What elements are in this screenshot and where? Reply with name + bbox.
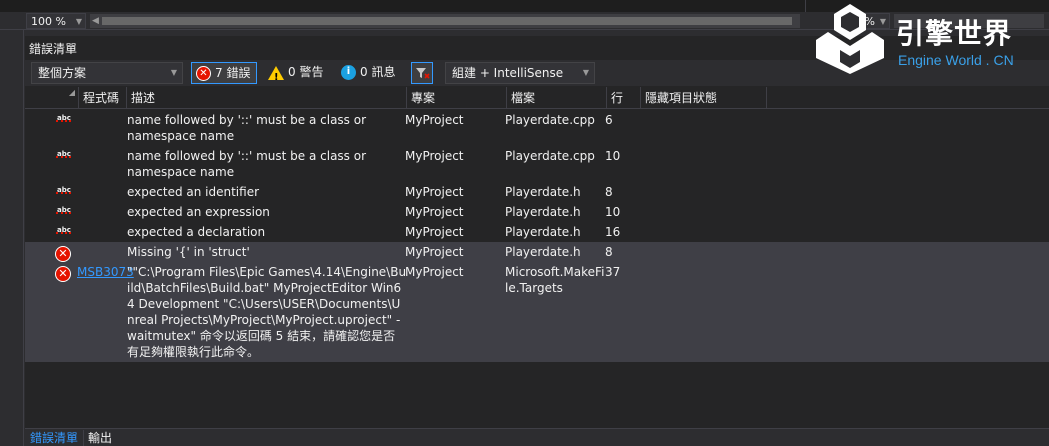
build-error-icon: ✕	[55, 245, 71, 262]
engine-world-logo-mark	[816, 4, 884, 74]
scope-dropdown-value: 整個方案	[38, 66, 87, 80]
logo-text-en: Engine World . CN	[898, 52, 1014, 68]
intellisense-error-icon: abc	[56, 206, 71, 214]
error-icon: ✕	[196, 66, 211, 81]
row-file: Playerdate.h	[505, 225, 581, 239]
warnings-filter-button[interactable]: ! 0 警告	[266, 62, 328, 84]
row-file: Playerdate.cpp	[505, 149, 595, 163]
row-project: MyProject	[405, 265, 464, 279]
warnings-filter-label: 0 警告	[288, 65, 324, 79]
table-row[interactable]: abc expected a declaration MyProject Pla…	[25, 222, 1049, 242]
bottom-tab-strip: 錯誤清單 輸出	[25, 428, 1049, 446]
row-description: name followed by '::' must be a class or…	[127, 149, 367, 179]
table-row[interactable]: abc name followed by '::' must be a clas…	[25, 146, 1049, 182]
intellisense-error-icon: abc	[56, 114, 71, 122]
scrollbar-thumb[interactable]	[102, 17, 792, 25]
chevron-down-icon: ▼	[75, 17, 82, 26]
chevron-down-icon: ▼	[582, 68, 589, 77]
tab-output[interactable]: 輸出	[83, 430, 117, 446]
row-description: expected an identifier	[127, 185, 260, 199]
column-header-line[interactable]: 行	[607, 87, 641, 109]
column-header-suppression-state[interactable]: 隱藏項目狀態	[641, 87, 767, 109]
column-header-icon[interactable]: ◢	[25, 87, 79, 109]
messages-filter-label: 0 訊息	[360, 65, 396, 79]
build-error-icon: ✕	[55, 265, 71, 282]
error-code-link[interactable]: MSB3073	[77, 264, 134, 280]
intellisense-error-icon: abc	[56, 186, 71, 194]
info-icon: i	[341, 65, 356, 80]
sort-indicator-icon: ◢	[68, 88, 75, 97]
row-description: Missing '{' in 'struct'	[127, 245, 250, 259]
intellisense-error-icon: abc	[56, 150, 71, 158]
row-line: 8	[605, 245, 613, 259]
column-header-project[interactable]: 專案	[407, 87, 507, 109]
scope-dropdown[interactable]: 整個方案 ▼	[31, 62, 183, 84]
horizontal-scrollbar-left[interactable]: ◀	[90, 14, 800, 28]
table-row[interactable]: abc expected an expression MyProject Pla…	[25, 202, 1049, 222]
row-file: Playerdate.h	[505, 205, 581, 219]
filter-icon	[416, 68, 430, 79]
errors-filter-label: 7 錯誤	[215, 66, 251, 80]
row-file: Microsoft.MakeFile.Targets	[505, 265, 605, 295]
messages-filter-button[interactable]: i 0 訊息	[339, 62, 399, 84]
row-project: MyProject	[405, 245, 464, 259]
column-header-code[interactable]: 程式碼	[79, 87, 127, 109]
row-project: MyProject	[405, 225, 464, 239]
row-file: Playerdate.h	[505, 185, 581, 199]
row-file: Playerdate.cpp	[505, 113, 595, 127]
row-description: expected an expression	[127, 205, 270, 219]
row-line: 37	[605, 265, 621, 279]
error-list-panel: 錯誤清單 整個方案 ▼ ✕ 7 錯誤 ! 0 警告 i 0 訊息 組建 + Intel…	[25, 36, 1049, 428]
zoom-level-dropdown-left[interactable]: 100 % ▼	[26, 13, 86, 29]
panel-title: 錯誤清單	[29, 42, 78, 56]
row-project: MyProject	[405, 205, 464, 219]
table-row[interactable]: abc expected an identifier MyProject Pla…	[25, 182, 1049, 202]
row-line: 10	[605, 149, 621, 163]
row-description: name followed by '::' must be a class or…	[127, 113, 367, 143]
build-source-dropdown[interactable]: 組建 + IntelliSense ▼	[445, 62, 595, 84]
editor-split-divider[interactable]	[805, 0, 806, 12]
column-header-file[interactable]: 檔案	[507, 87, 607, 109]
table-row[interactable]: ✕ MSB3073 ""C:\Program Files\Epic Games\…	[25, 262, 1049, 362]
left-tool-strip	[0, 30, 24, 446]
column-header-row: ◢ 程式碼 描述 專案 檔案 行 隱藏項目狀態	[25, 87, 1049, 109]
row-file: Playerdate.h	[505, 245, 581, 259]
table-row[interactable]: ✕ Missing '{' in 'struct' MyProject Play…	[25, 242, 1049, 262]
column-header-description[interactable]: 描述	[127, 87, 407, 109]
scroll-left-arrow-icon[interactable]: ◀	[92, 14, 99, 28]
filter-toggle-button[interactable]	[411, 62, 433, 84]
row-project: MyProject	[405, 149, 464, 163]
errors-filter-button[interactable]: ✕ 7 錯誤	[191, 62, 257, 84]
chevron-down-icon: ▼	[170, 68, 177, 77]
row-project: MyProject	[405, 185, 464, 199]
tab-error-list[interactable]: 錯誤清單	[25, 430, 85, 446]
zoom-level-value: 100 %	[31, 15, 66, 28]
logo-text-cn: 引擎世界	[896, 17, 1013, 50]
row-line: 10	[605, 205, 621, 219]
engine-world-logo: 引擎世界 Engine World . CN	[808, 0, 1049, 80]
row-line: 8	[605, 185, 613, 199]
table-row[interactable]: abc name followed by '::' must be a clas…	[25, 110, 1049, 146]
row-line: 6	[605, 113, 613, 127]
row-line: 16	[605, 225, 621, 239]
intellisense-error-icon: abc	[56, 226, 71, 234]
row-project: MyProject	[405, 113, 464, 127]
warning-icon: !	[268, 65, 284, 83]
row-description: expected a declaration	[127, 225, 266, 239]
build-source-value: 組建 + IntelliSense	[452, 66, 564, 80]
row-description: ""C:\Program Files\Epic Games\4.14\Engin…	[127, 265, 407, 359]
